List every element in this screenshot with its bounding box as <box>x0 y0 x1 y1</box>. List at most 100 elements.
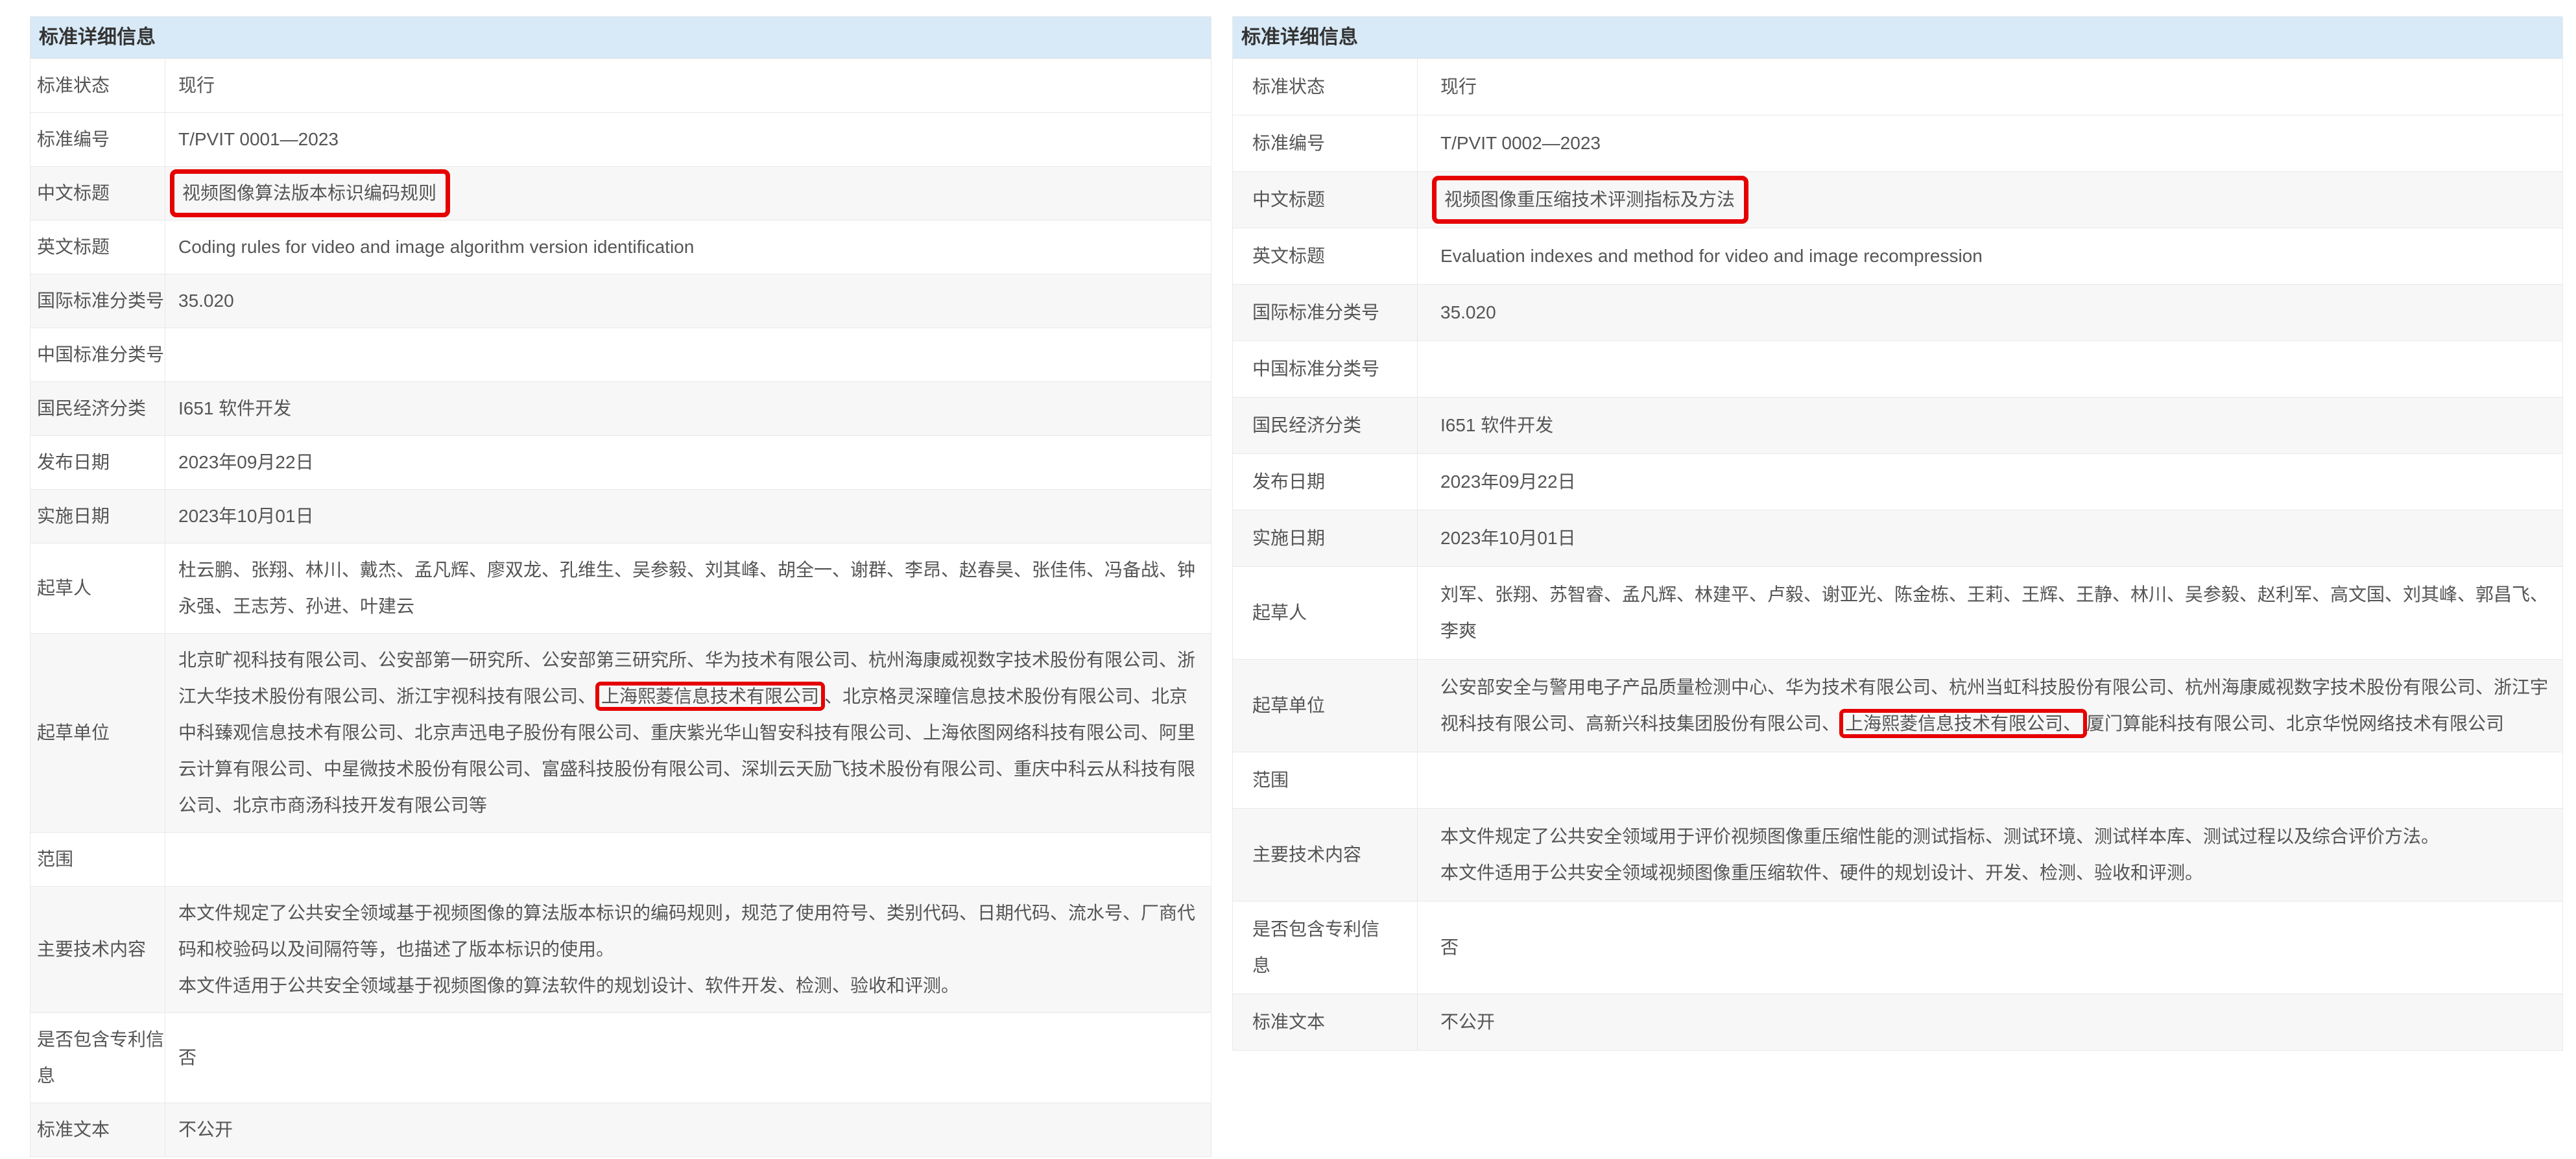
row-label: 起草人 <box>1233 567 1418 659</box>
table-row: 起草人 杜云鹏、张翔、林川、戴杰、孟凡辉、廖双龙、孔维生、吴参毅、刘其峰、胡全一… <box>30 543 1211 633</box>
row-label: 标准状态 <box>1233 59 1418 115</box>
row-value: I651 软件开发 <box>1418 398 2562 453</box>
row-value: 35.020 <box>1418 285 2562 341</box>
table-row: 国际标准分类号 35.020 <box>30 274 1211 328</box>
value-text: 2023年10月01日 <box>178 498 1198 534</box>
row-label-text: 实施日期 <box>1252 520 1325 556</box>
row-label-text: 中文标题 <box>37 175 110 211</box>
value-fragment: T/PVIT 0001—2023 <box>178 129 339 149</box>
row-label: 起草人 <box>30 544 165 633</box>
row-label: 范围 <box>30 833 165 886</box>
value-fragment: 刘军、张翔、苏智睿、孟凡辉、林建平、卢毅、谢亚光、陈金栋、王莉、王辉、王静、林川… <box>1440 584 2548 641</box>
value-text: Coding rules for video and image algorit… <box>178 229 1198 265</box>
value-fragment: 35.020 <box>1440 302 1496 322</box>
value-fragment: 2023年10月01日 <box>178 506 314 526</box>
row-value: 杜云鹏、张翔、林川、戴杰、孟凡辉、廖双龙、孔维生、吴参毅、刘其峰、胡全一、谢群、… <box>165 544 1211 633</box>
row-value <box>165 833 1211 886</box>
row-label-text: 起草人 <box>37 570 91 606</box>
value-text: I651 软件开发 <box>1440 407 2549 444</box>
highlight-box: 上海熙菱信息技术有限公司、 <box>1839 709 2087 738</box>
row-value: 视频图像重压缩技术评测指标及方法 <box>1418 172 2562 228</box>
row-label: 中文标题 <box>30 167 165 220</box>
table-row: 起草单位 北京旷视科技有限公司、公安部第一研究所、公安部第三研究所、华为技术有限… <box>30 633 1211 832</box>
value-text: 不公开 <box>1440 1004 2549 1040</box>
row-value: 现行 <box>165 59 1211 112</box>
row-value <box>1418 341 2562 397</box>
row-label: 是否包含专利信息 <box>30 1013 165 1103</box>
value-text: 现行 <box>178 67 1198 104</box>
row-label-text: 中国标准分类号 <box>1252 351 1379 387</box>
row-label: 国际标准分类号 <box>1233 285 1418 341</box>
table-row: 是否包含专利信息 否 <box>30 1012 1211 1103</box>
row-label-text: 国民经济分类 <box>37 390 146 427</box>
row-label: 英文标题 <box>30 221 165 274</box>
value-text: 否 <box>178 1040 1198 1076</box>
value-text: 35.020 <box>178 283 1198 319</box>
row-label: 发布日期 <box>1233 454 1418 510</box>
row-label: 是否包含专利信息 <box>1233 902 1418 994</box>
row-value: 本文件规定了公共安全领域基于视频图像的算法版本标识的编码规则，规范了使用符号、类… <box>165 887 1211 1012</box>
table-row: 发布日期 2023年09月22日 <box>30 435 1211 489</box>
table-row: 标准文本 不公开 <box>1233 994 2562 1050</box>
table-row: 中文标题 视频图像重压缩技术评测指标及方法 <box>1233 171 2562 228</box>
table-row: 英文标题 Evaluation indexes and method for v… <box>1233 228 2562 284</box>
row-label: 中国标准分类号 <box>1233 341 1418 397</box>
table-row: 标准文本 不公开 <box>30 1103 1211 1156</box>
value-text <box>1440 351 2549 387</box>
table-title: 标准详细信息 <box>30 17 1211 58</box>
row-label-text: 实施日期 <box>37 498 110 534</box>
row-label-text: 起草人 <box>1252 595 1307 631</box>
value-fragment: Evaluation indexes and method for video … <box>1440 246 1983 266</box>
table-row: 中国标准分类号 <box>30 328 1211 381</box>
row-value: 不公开 <box>165 1103 1211 1156</box>
row-value: 2023年09月22日 <box>1418 454 2562 510</box>
table-row: 标准编号 T/PVIT 0002—2023 <box>1233 115 2562 171</box>
row-label-text: 发布日期 <box>1252 464 1325 500</box>
row-label: 主要技术内容 <box>30 887 165 1012</box>
table-row: 实施日期 2023年10月01日 <box>1233 510 2562 566</box>
row-label-text: 标准文本 <box>37 1112 110 1148</box>
row-label: 标准编号 <box>1233 115 1418 171</box>
value-text: 刘军、张翔、苏智睿、孟凡辉、林建平、卢毅、谢亚光、陈金栋、王莉、王辉、王静、林川… <box>1440 577 2549 649</box>
row-value: 2023年10月01日 <box>165 490 1211 543</box>
row-value <box>1418 752 2562 808</box>
table-row: 发布日期 2023年09月22日 <box>1233 453 2562 510</box>
value-text: 北京旷视科技有限公司、公安部第一研究所、公安部第三研究所、华为技术有限公司、杭州… <box>178 642 1198 824</box>
value-fragment: 2023年10月01日 <box>1440 528 1576 548</box>
value-text: Evaluation indexes and method for video … <box>1440 238 2549 274</box>
table-row: 标准状态 现行 <box>1233 58 2562 115</box>
row-label-text: 英文标题 <box>1252 238 1325 274</box>
value-text: I651 软件开发 <box>178 390 1198 427</box>
table-row: 范围 <box>1233 752 2562 808</box>
value-fragment: 不公开 <box>1440 1012 1495 1032</box>
row-label-text: 英文标题 <box>37 229 110 265</box>
highlight-box: 上海熙菱信息技术有限公司 <box>595 682 825 711</box>
row-value: 否 <box>165 1013 1211 1103</box>
row-label-text: 范围 <box>1252 762 1289 798</box>
row-value: I651 软件开发 <box>165 382 1211 435</box>
row-label: 实施日期 <box>1233 510 1418 566</box>
table-row: 中文标题 视频图像算法版本标识编码规则 <box>30 166 1211 220</box>
table-title: 标准详细信息 <box>1233 17 2562 58</box>
value-paragraph: 本文件规定了公共安全领域基于视频图像的算法版本标识的编码规则，规范了使用符号、类… <box>178 895 1198 968</box>
row-label: 国际标准分类号 <box>30 274 165 328</box>
value-text: 2023年10月01日 <box>1440 520 2549 556</box>
table-rows: 标准状态 现行 标准编号 T/PVIT 0001—2023 中文标题 视频图像算… <box>30 58 1211 1156</box>
row-label: 标准状态 <box>30 59 165 112</box>
table-row: 国民经济分类 I651 软件开发 <box>30 381 1211 435</box>
row-label-text: 标准状态 <box>37 67 110 104</box>
standard-detail-table-right: 标准详细信息 标准状态 现行 标准编号 T/PVIT 0002—2023 中文标… <box>1232 16 2563 1051</box>
row-value: 35.020 <box>165 274 1211 328</box>
value-fragment: Coding rules for video and image algorit… <box>178 237 694 257</box>
value-fragment: 现行 <box>178 75 215 95</box>
row-label-text: 国民经济分类 <box>1252 407 1361 444</box>
value-paragraph: 本文件适用于公共安全领域基于视频图像的算法软件的规划设计、软件开发、检测、验收和… <box>178 968 1198 1004</box>
value-text: 2023年09月22日 <box>178 444 1198 481</box>
row-value: T/PVIT 0001—2023 <box>165 113 1211 166</box>
value-text: 公安部安全与警用电子产品质量检测中心、华为技术有限公司、杭州当虹科技股份有限公司… <box>1440 669 2549 742</box>
row-label: 标准文本 <box>1233 994 1418 1050</box>
row-label: 英文标题 <box>1233 228 1418 284</box>
row-value: 否 <box>1418 902 2562 994</box>
row-value: T/PVIT 0002—2023 <box>1418 115 2562 171</box>
value-text: 视频图像重压缩技术评测指标及方法 <box>1440 182 2549 218</box>
